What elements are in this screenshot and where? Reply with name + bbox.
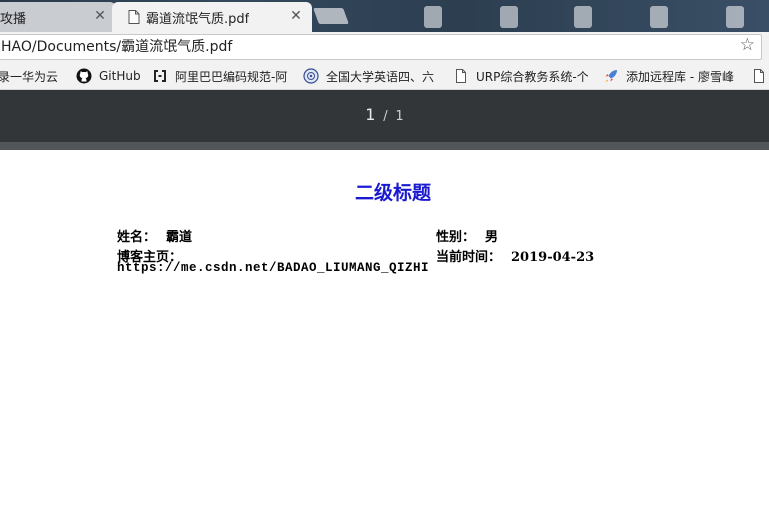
bookmark-item[interactable]: 全国大学英语四、六 bbox=[303, 68, 434, 84]
document-title: 二级标题 bbox=[354, 182, 431, 204]
bookmark-label: GitHub bbox=[99, 69, 141, 83]
background-decoration bbox=[726, 6, 744, 28]
bookmark-item[interactable]: 录一华为云 bbox=[0, 68, 58, 84]
github-icon bbox=[76, 68, 92, 84]
tab-strip: 攻播 ✕ 霸道流氓气质.pdf ✕ bbox=[0, 0, 769, 32]
background-decoration bbox=[424, 6, 442, 28]
pdf-toolbar: 1 / 1 bbox=[0, 90, 769, 142]
tab-active[interactable]: 霸道流氓气质.pdf ✕ bbox=[112, 2, 312, 32]
background-decoration bbox=[500, 6, 518, 28]
bookmark-item[interactable]: 阿里巴巴编码规范-阿 bbox=[152, 68, 287, 84]
bookmark-label: 添加远程库 - 廖雪峰 bbox=[626, 69, 734, 84]
cet-seal-icon bbox=[303, 68, 319, 84]
page-icon bbox=[456, 69, 466, 83]
close-icon[interactable]: ✕ bbox=[92, 8, 108, 24]
page-indicator: 1 / 1 bbox=[0, 105, 769, 124]
address-url: HAO/Documents/霸道流氓气质.pdf bbox=[1, 39, 233, 55]
pdf-page: 二级标题 姓名： 霸道 性别：男 博客主页： 当前时间： 2019-04-23 ht… bbox=[0, 150, 769, 514]
bookmark-label: 阿里巴巴编码规范-阿 bbox=[175, 69, 287, 84]
bookmark-item[interactable]: 添加远程库 - 廖雪峰 bbox=[603, 68, 734, 84]
bookmark-label: 录一华为云 bbox=[0, 69, 59, 84]
name-label: 姓名： bbox=[117, 230, 157, 245]
bookmark-overflow[interactable] bbox=[751, 68, 769, 84]
pdf-viewer-gutter bbox=[0, 142, 769, 150]
address-bar[interactable]: HAO/Documents/霸道流氓气质.pdf bbox=[0, 34, 762, 60]
tab-title: 霸道流氓气质.pdf bbox=[146, 11, 250, 27]
bookmarks-bar: 录一华为云 GitHub 阿里巴巴编码规范-阿 全国大学英语四、六 URP综合教… bbox=[0, 62, 769, 90]
alibaba-icon bbox=[154, 70, 166, 82]
gender-field: 性别： 男 bbox=[436, 226, 498, 245]
name-field: 姓名： 霸道 bbox=[117, 226, 192, 245]
page-icon bbox=[754, 69, 764, 83]
gender-value: 男 bbox=[485, 230, 499, 245]
background-decoration bbox=[574, 6, 592, 28]
close-icon[interactable]: ✕ bbox=[288, 8, 304, 24]
rocket-icon bbox=[605, 70, 617, 82]
new-tab-button[interactable] bbox=[313, 8, 349, 24]
time-label: 当前时间： bbox=[436, 250, 502, 265]
bookmark-label: 全国大学英语四、六 bbox=[326, 69, 435, 84]
time-value: 2019-04-23 bbox=[511, 250, 595, 265]
bookmark-star-icon[interactable]: ☆ bbox=[740, 35, 755, 55]
bookmark-item[interactable]: GitHub bbox=[76, 68, 141, 84]
gender-label: 性别： bbox=[436, 230, 476, 245]
tab-title: 攻播 bbox=[0, 11, 27, 27]
bookmark-item[interactable]: URP综合教务系统-个 bbox=[453, 68, 588, 84]
name-value: 霸道 bbox=[166, 230, 193, 245]
page-separator: / bbox=[383, 109, 388, 124]
browser-toolbar: HAO/Documents/霸道流氓气质.pdf ☆ bbox=[0, 32, 769, 62]
total-pages: 1 bbox=[395, 109, 404, 124]
tab-inactive[interactable]: 攻播 ✕ bbox=[0, 2, 116, 32]
document-icon bbox=[128, 10, 140, 24]
current-page-input[interactable]: 1 bbox=[365, 105, 375, 124]
blog-url: https://me.csdn.net/BADAO_LIUMANG_QIZHI bbox=[117, 261, 430, 275]
time-field: 当前时间： 2019-04-23 bbox=[436, 246, 594, 265]
bookmark-label: URP综合教务系统-个 bbox=[476, 69, 588, 84]
background-decoration bbox=[650, 6, 668, 28]
